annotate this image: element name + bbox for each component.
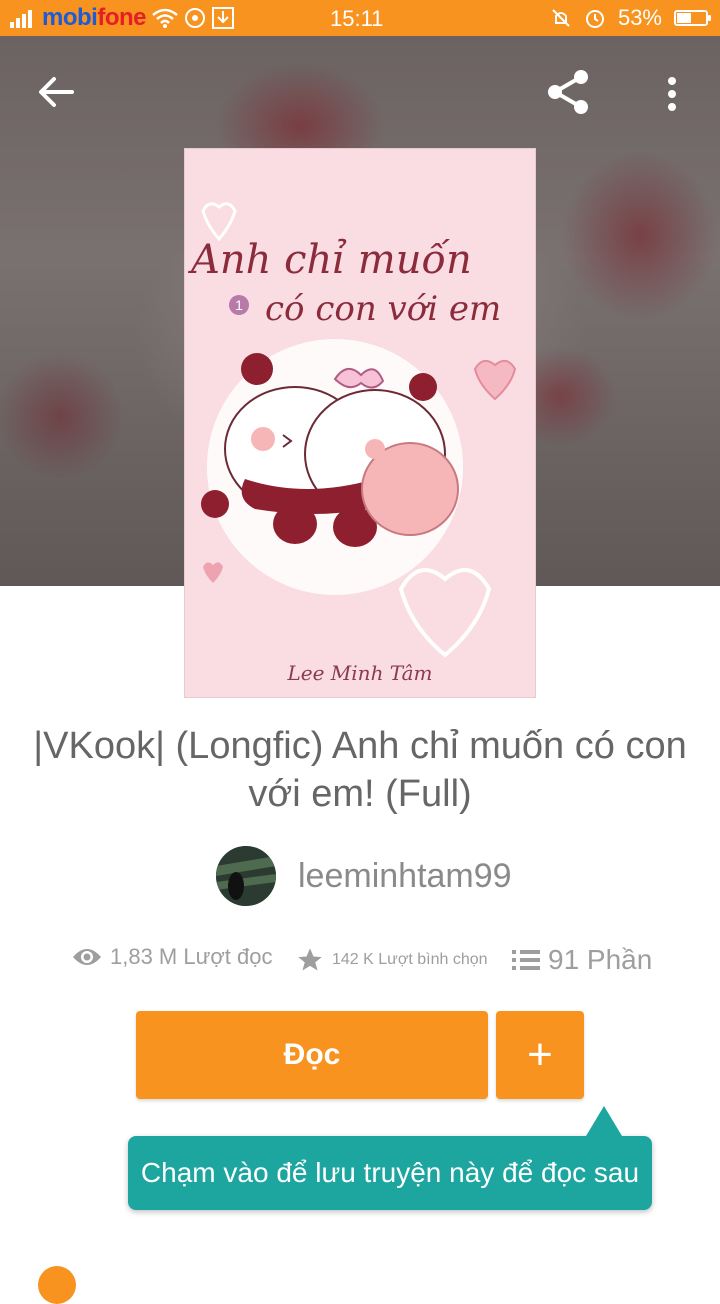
read-button[interactable]: Đọc bbox=[136, 1011, 488, 1099]
status-time: 15:11 bbox=[330, 6, 384, 31]
reads-count: 1,83 M Lượt đọc bbox=[110, 944, 273, 969]
tooltip-text: Chạm vào để lưu truyện này để đọc sau bbox=[140, 1157, 640, 1188]
download-icon bbox=[212, 7, 234, 29]
battery-fill bbox=[677, 13, 691, 23]
author-name[interactable]: leeminhtam99 bbox=[298, 857, 512, 896]
parts-count: 91 Phần bbox=[548, 944, 653, 975]
cover-art bbox=[201, 202, 517, 658]
cover-author: Lee Minh Tâm bbox=[287, 661, 433, 685]
eye-icon bbox=[73, 949, 101, 965]
votes-count: 142 K Lượt bình chọn bbox=[332, 951, 488, 968]
battery-percent: 53% bbox=[617, 5, 662, 30]
book-cover[interactable]: Anh chỉ muốn 1 có con với em Lee Minh Tâ… bbox=[184, 148, 536, 698]
notification-icon bbox=[184, 7, 206, 29]
avatar[interactable] bbox=[216, 846, 276, 906]
back-button[interactable] bbox=[24, 64, 88, 120]
story-title: |VKook| (Longfic) Anh chỉ muốn có con vớ… bbox=[33, 725, 687, 815]
list-icon bbox=[512, 950, 540, 970]
badge-icon bbox=[38, 1266, 76, 1304]
carrier-part1: mobi bbox=[42, 4, 98, 31]
status-bar: mobifone 15:11 53% bbox=[0, 0, 720, 36]
alarm-icon bbox=[584, 7, 606, 29]
status-left: mobifone bbox=[10, 4, 234, 32]
arrow-left-icon bbox=[39, 77, 74, 107]
add-to-library-button[interactable]: + bbox=[496, 1011, 584, 1099]
parts-stat: 91 Phần bbox=[512, 944, 652, 976]
battery-icon bbox=[674, 10, 711, 26]
more-options-button[interactable] bbox=[648, 66, 696, 122]
cover-volume-badge: 1 bbox=[229, 295, 249, 315]
cover-title-line1: Anh chỉ muốn bbox=[191, 237, 472, 283]
carrier-name: mobifone bbox=[42, 4, 146, 32]
votes-stat: 142 K Lượt bình chọn bbox=[296, 946, 488, 974]
share-button[interactable] bbox=[536, 62, 600, 122]
more-vert-icon bbox=[668, 77, 676, 111]
carrier-part2: fone bbox=[97, 4, 146, 31]
share-icon bbox=[548, 70, 588, 114]
star-icon bbox=[298, 948, 322, 971]
cover-title-line2: có con với em bbox=[265, 289, 502, 329]
mute-icon bbox=[550, 7, 572, 29]
avatar-image bbox=[216, 846, 276, 906]
signal-icon bbox=[10, 8, 36, 28]
save-for-later-tooltip[interactable]: Chạm vào để lưu truyện này để đọc sau bbox=[128, 1106, 652, 1210]
status-right: 53% bbox=[550, 5, 711, 31]
story-stats: 1,83 M Lượt đọc 142 K Lượt bình chọn 91 … bbox=[0, 940, 720, 984]
reads-stat: 1,83 M Lượt đọc bbox=[72, 944, 272, 970]
wifi-icon bbox=[152, 8, 178, 28]
author-row[interactable]: leeminhtam99 bbox=[216, 846, 512, 906]
